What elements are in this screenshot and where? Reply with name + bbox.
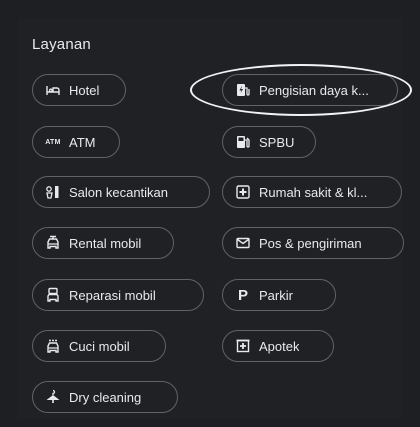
car-rental-icon bbox=[45, 235, 61, 251]
chip-label: Apotek bbox=[259, 338, 300, 354]
car-wash-icon bbox=[45, 338, 61, 354]
hospital-icon bbox=[235, 184, 251, 200]
chip-label: ATM bbox=[69, 134, 96, 150]
chip-car-rental[interactable]: Rental mobil bbox=[32, 227, 174, 259]
chip-spbu[interactable]: SPBU bbox=[222, 126, 316, 158]
chip-label: Reparasi mobil bbox=[69, 287, 156, 303]
mail-icon bbox=[235, 235, 251, 251]
parking-icon: P bbox=[237, 286, 248, 304]
chip-parking[interactable]: P Parkir bbox=[222, 279, 336, 311]
chip-label: Pos & pengiriman bbox=[259, 235, 362, 251]
pharmacy-icon bbox=[235, 338, 251, 354]
chip-pharmacy[interactable]: Apotek bbox=[222, 330, 334, 362]
gas-station-icon bbox=[235, 134, 251, 150]
chip-label: Salon kecantikan bbox=[69, 184, 169, 200]
salon-icon bbox=[45, 184, 61, 200]
chip-label: SPBU bbox=[259, 134, 295, 150]
section-title: Layanan bbox=[32, 36, 91, 53]
chip-car-wash[interactable]: Cuci mobil bbox=[32, 330, 166, 362]
chip-label: Parkir bbox=[259, 287, 293, 303]
chip-post[interactable]: Pos & pengiriman bbox=[222, 227, 404, 259]
chip-label: Hotel bbox=[69, 82, 100, 98]
chip-label: Rental mobil bbox=[69, 235, 142, 251]
car-repair-icon bbox=[45, 287, 61, 303]
atm-icon: ATM bbox=[45, 138, 61, 146]
dry-cleaning-icon bbox=[45, 389, 61, 405]
chip-car-repair[interactable]: Reparasi mobil bbox=[32, 279, 204, 311]
chip-label: Dry cleaning bbox=[69, 389, 142, 405]
chip-salon[interactable]: Salon kecantikan bbox=[32, 176, 210, 208]
hotel-bed-icon bbox=[45, 82, 61, 98]
chip-ev-charging[interactable]: Pengisian daya k... bbox=[222, 74, 398, 106]
chip-atm[interactable]: ATM ATM bbox=[32, 126, 120, 158]
chip-hotel[interactable]: Hotel bbox=[32, 74, 126, 106]
chip-hospital[interactable]: Rumah sakit & kl... bbox=[222, 176, 402, 208]
chip-dry-cleaning[interactable]: Dry cleaning bbox=[32, 381, 178, 413]
chip-label: Pengisian daya k... bbox=[259, 82, 369, 98]
chip-label: Rumah sakit & kl... bbox=[259, 184, 368, 200]
chip-label: Cuci mobil bbox=[69, 338, 130, 354]
ev-charging-icon bbox=[235, 82, 251, 98]
